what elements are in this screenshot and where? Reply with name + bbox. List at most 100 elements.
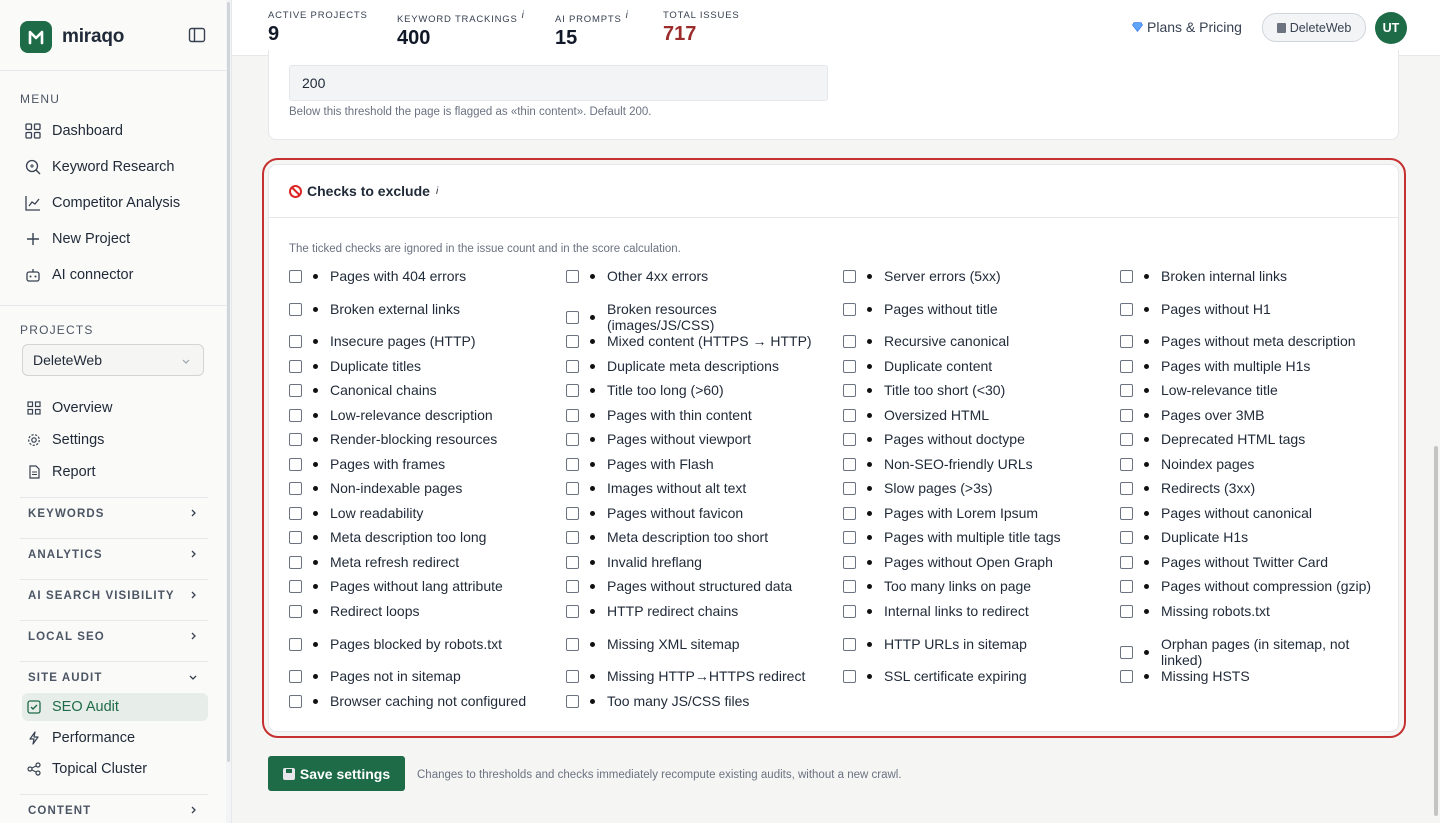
- exclude-checkbox[interactable]: [1120, 604, 1133, 618]
- user-avatar[interactable]: UT: [1375, 12, 1407, 44]
- exclude-check-item[interactable]: HTTP redirect chains: [566, 603, 831, 619]
- site-audit-seo-audit[interactable]: SEO Audit: [22, 693, 208, 721]
- exclude-check-item[interactable]: Meta description too short: [566, 529, 831, 545]
- exclude-checkbox[interactable]: [843, 269, 856, 283]
- exclude-check-item[interactable]: Server errors (5xx): [843, 268, 1108, 284]
- exclude-check-item[interactable]: Recursive canonical: [843, 333, 1108, 349]
- exclude-check-item[interactable]: Insecure pages (HTTP): [289, 333, 554, 349]
- exclude-check-item[interactable]: Pages without compression (gzip): [1120, 578, 1385, 594]
- exclude-check-item[interactable]: Missing HTTP→HTTPS redirect: [566, 668, 831, 684]
- exclude-checkbox[interactable]: [1120, 359, 1133, 373]
- exclude-checkbox[interactable]: [289, 530, 302, 544]
- exclude-checkbox[interactable]: [1120, 555, 1133, 569]
- exclude-check-item[interactable]: Pages blocked by robots.txt: [289, 636, 554, 652]
- exclude-check-item[interactable]: Broken resources (images/JS/CSS): [566, 301, 831, 333]
- exclude-checkbox[interactable]: [1120, 334, 1133, 348]
- exclude-check-item[interactable]: Pages with Lorem Ipsum: [843, 505, 1108, 521]
- exclude-checkbox[interactable]: [843, 302, 856, 316]
- exclude-checkbox[interactable]: [843, 604, 856, 618]
- exclude-checkbox[interactable]: [843, 637, 856, 651]
- exclude-check-item[interactable]: Pages without Open Graph: [843, 554, 1108, 570]
- exclude-checkbox[interactable]: [1120, 383, 1133, 397]
- project-nav-overview[interactable]: Overview: [22, 394, 208, 422]
- exclude-checkbox[interactable]: [1120, 302, 1133, 316]
- nav-item-ai-connector[interactable]: AI connector: [20, 260, 208, 290]
- exclude-checkbox[interactable]: [843, 383, 856, 397]
- exclude-checkbox[interactable]: [566, 334, 579, 348]
- exclude-checkbox[interactable]: [1120, 579, 1133, 593]
- exclude-check-item[interactable]: Low readability: [289, 505, 554, 521]
- exclude-check-item[interactable]: Pages without title: [843, 301, 1108, 317]
- exclude-check-item[interactable]: Duplicate H1s: [1120, 529, 1385, 545]
- group-analytics[interactable]: ANALYTICS: [20, 541, 208, 569]
- exclude-check-item[interactable]: Meta description too long: [289, 529, 554, 545]
- group-content[interactable]: CONTENT: [20, 797, 208, 823]
- exclude-check-item[interactable]: Missing XML sitemap: [566, 636, 831, 652]
- exclude-checkbox[interactable]: [843, 408, 856, 422]
- project-nav-report[interactable]: Report: [22, 458, 208, 486]
- group-keywords[interactable]: KEYWORDS: [20, 500, 208, 528]
- exclude-checkbox[interactable]: [289, 334, 302, 348]
- exclude-check-item[interactable]: Missing robots.txt: [1120, 603, 1385, 619]
- save-settings-button[interactable]: Save settings: [268, 756, 405, 791]
- exclude-check-item[interactable]: Low-relevance title: [1120, 382, 1385, 398]
- exclude-checkbox[interactable]: [566, 383, 579, 397]
- info-icon[interactable]: i: [436, 186, 438, 197]
- exclude-check-item[interactable]: Non-SEO-friendly URLs: [843, 456, 1108, 472]
- exclude-check-item[interactable]: Broken external links: [289, 301, 554, 317]
- exclude-checkbox[interactable]: [1120, 457, 1133, 471]
- exclude-check-item[interactable]: Slow pages (>3s): [843, 480, 1108, 496]
- exclude-check-item[interactable]: Invalid hreflang: [566, 554, 831, 570]
- exclude-check-item[interactable]: Pages without H1: [1120, 301, 1385, 317]
- info-icon[interactable]: i: [626, 10, 629, 21]
- group-local-seo[interactable]: LOCAL SEO: [20, 623, 208, 651]
- sidebar-scrollbar-thumb[interactable]: [227, 2, 230, 762]
- exclude-check-item[interactable]: Duplicate meta descriptions: [566, 358, 831, 374]
- exclude-check-item[interactable]: Low-relevance description: [289, 407, 554, 423]
- nav-item-competitor-analysis[interactable]: Competitor Analysis: [20, 188, 208, 218]
- exclude-checkbox[interactable]: [843, 669, 856, 683]
- exclude-checkbox[interactable]: [566, 530, 579, 544]
- exclude-check-item[interactable]: Too many links on page: [843, 578, 1108, 594]
- exclude-checkbox[interactable]: [1120, 269, 1133, 283]
- exclude-checkbox[interactable]: [843, 457, 856, 471]
- exclude-checkbox[interactable]: [1120, 645, 1133, 659]
- exclude-checkbox[interactable]: [843, 555, 856, 569]
- exclude-checkbox[interactable]: [1120, 408, 1133, 422]
- exclude-check-item[interactable]: Noindex pages: [1120, 456, 1385, 472]
- exclude-check-item[interactable]: Broken internal links: [1120, 268, 1385, 284]
- exclude-check-item[interactable]: Pages with Flash: [566, 456, 831, 472]
- exclude-checkbox[interactable]: [289, 432, 302, 446]
- exclude-checkbox[interactable]: [843, 359, 856, 373]
- exclude-checkbox[interactable]: [1120, 481, 1133, 495]
- exclude-checkbox[interactable]: [289, 604, 302, 618]
- exclude-check-item[interactable]: Pages with multiple title tags: [843, 529, 1108, 545]
- exclude-checkbox[interactable]: [289, 481, 302, 495]
- exclude-check-item[interactable]: Pages with multiple H1s: [1120, 358, 1385, 374]
- exclude-check-item[interactable]: Meta refresh redirect: [289, 554, 554, 570]
- exclude-checkbox[interactable]: [843, 530, 856, 544]
- exclude-check-item[interactable]: Duplicate content: [843, 358, 1108, 374]
- exclude-checkbox[interactable]: [566, 269, 579, 283]
- exclude-checkbox[interactable]: [843, 506, 856, 520]
- site-audit-performance[interactable]: Performance: [22, 724, 208, 752]
- exclude-checkbox[interactable]: [289, 457, 302, 471]
- exclude-checkbox[interactable]: [1120, 506, 1133, 520]
- project-nav-settings[interactable]: Settings: [22, 426, 208, 454]
- exclude-check-item[interactable]: Oversized HTML: [843, 407, 1108, 423]
- exclude-check-item[interactable]: Pages without lang attribute: [289, 578, 554, 594]
- exclude-checkbox[interactable]: [566, 359, 579, 373]
- nav-item-keyword-research[interactable]: Keyword Research: [20, 152, 208, 182]
- thin-content-threshold-input[interactable]: 200: [289, 65, 828, 101]
- exclude-checkbox[interactable]: [566, 457, 579, 471]
- exclude-checkbox[interactable]: [843, 334, 856, 348]
- exclude-checkbox[interactable]: [566, 669, 579, 683]
- exclude-checkbox[interactable]: [289, 269, 302, 283]
- exclude-checkbox[interactable]: [566, 604, 579, 618]
- exclude-checkbox[interactable]: [289, 669, 302, 683]
- nav-item-dashboard[interactable]: Dashboard: [20, 116, 208, 146]
- site-audit-topical-cluster[interactable]: Topical Cluster: [22, 755, 208, 783]
- exclude-check-item[interactable]: Pages with thin content: [566, 407, 831, 423]
- project-select[interactable]: DeleteWeb: [22, 344, 204, 376]
- exclude-checkbox[interactable]: [289, 383, 302, 397]
